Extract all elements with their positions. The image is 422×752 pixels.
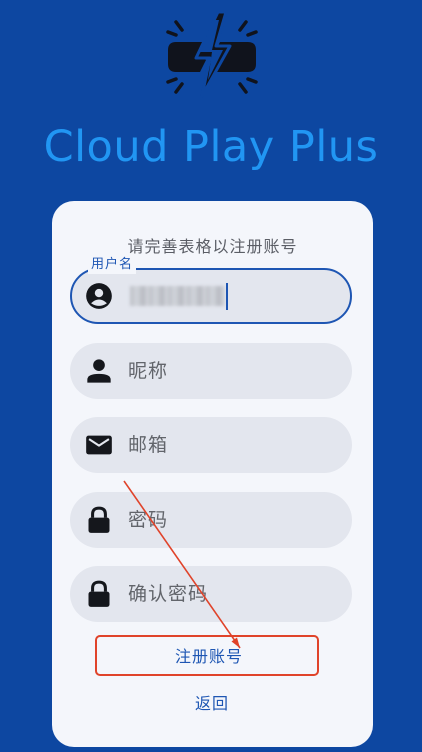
email-field[interactable]: 邮箱	[70, 417, 352, 473]
password-field[interactable]: 密码	[70, 492, 352, 548]
back-link[interactable]: 返回	[172, 689, 252, 719]
confirm-password-field[interactable]: 确认密码	[70, 566, 352, 622]
username-value-blurred	[130, 286, 225, 306]
nickname-placeholder: 昵称	[128, 360, 169, 382]
annotation-highlight-box	[95, 635, 319, 676]
text-caret	[226, 283, 228, 310]
form-subtitle: 请完善表格以注册账号	[127, 237, 298, 256]
nickname-field[interactable]: 昵称	[70, 343, 352, 399]
lock-icon	[88, 506, 110, 533]
confirm-password-placeholder: 确认密码	[128, 583, 209, 605]
password-placeholder: 密码	[128, 509, 169, 531]
username-field[interactable]: 用户名	[70, 256, 352, 324]
username-label: 用户名	[88, 256, 137, 274]
lock-icon	[88, 580, 110, 607]
broken-battery-lightning-icon	[166, 10, 258, 98]
app-title: Cloud Play Plus	[43, 122, 379, 172]
person-icon	[87, 359, 111, 383]
email-placeholder: 邮箱	[128, 434, 169, 456]
mail-icon	[86, 435, 112, 455]
account-circle-icon	[86, 283, 112, 309]
